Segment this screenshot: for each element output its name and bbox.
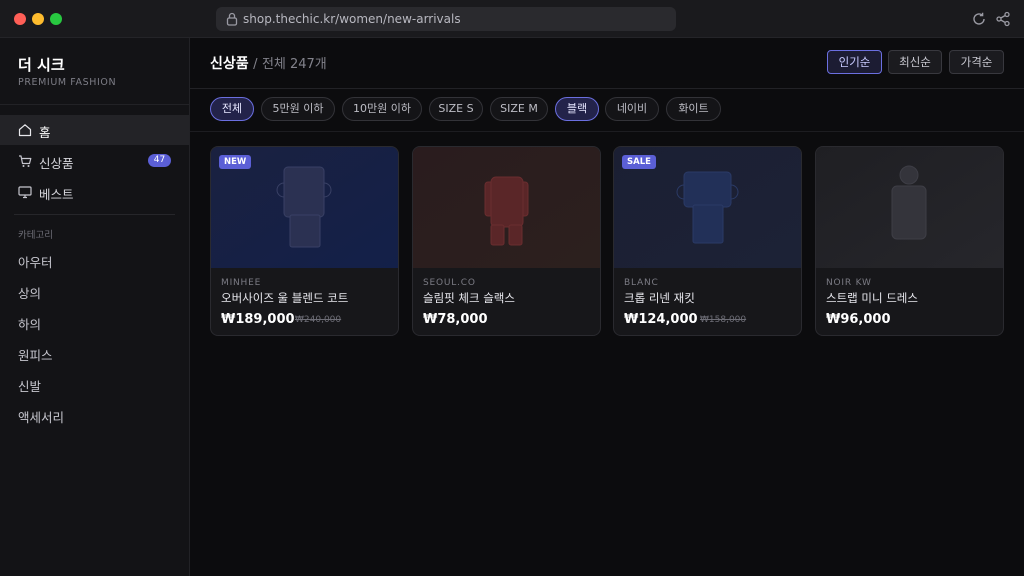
filter-chip-under-50k[interactable]: 5만원 이하 [261,97,335,121]
filter-chip-navy[interactable]: 네이비 [605,97,659,121]
section-label-category: 카테고리 [18,230,53,241]
brand-logo[interactable]: 더 시크 [18,54,65,75]
filter-chip-size-s[interactable]: SIZE S [429,97,483,121]
product-name[interactable]: 슬림핏 체크 슬랙스 [423,290,515,306]
filter-chip-black[interactable]: 블랙 [555,97,599,121]
header-divider [190,88,1024,89]
product-name[interactable]: 크롭 리넨 재킷 [624,290,695,306]
sale-badge: SALE [622,155,656,169]
reload-icon[interactable] [971,11,987,27]
category-dresses[interactable]: 원피스 [18,345,53,364]
filter-chip-white[interactable]: 화이트 [666,97,721,121]
product-price: ₩96,000 [826,312,891,327]
close-window-button[interactable] [14,13,26,25]
category-tops[interactable]: 상의 [18,283,41,302]
product-brand: BLANC [624,278,659,288]
product-image [816,147,1003,268]
browser-chrome: shop.thechic.kr/women/new-arrivals [0,0,1024,38]
share-icon[interactable] [995,11,1011,27]
filter-chip-all[interactable]: 전체 [210,97,254,121]
sidebar: 더 시크 PREMIUM FASHION 홈 신상품 47 베스트 카테고리 아… [0,38,190,576]
url-text: shop.thechic.kr/women/new-arrivals [243,12,461,26]
title-separator: / [253,57,258,72]
product-card[interactable]: NEW MINHEE 오버사이즈 울 블렌드 코트 ₩189,000 ₩240,… [210,146,399,336]
product-price: ₩78,000 [423,312,488,327]
category-outer[interactable]: 아우터 [18,252,53,271]
sidebar-item-home[interactable]: 홈 [0,115,189,145]
sidebar-divider [0,104,189,105]
brand-tagline: PREMIUM FASHION [18,77,117,88]
count-badge: 47 [148,154,171,167]
filter-chip-under-100k[interactable]: 10만원 이하 [342,97,422,121]
page-title-text: 신상품 [210,56,249,72]
new-badge: NEW [219,155,252,169]
product-name[interactable]: 오버사이즈 울 블렌드 코트 [221,290,348,306]
cart-icon [19,155,32,167]
product-image [413,147,600,268]
category-accessories[interactable]: 액세서리 [18,407,64,426]
item-count: 전체 247개 [261,57,327,72]
sidebar-item-new-arrivals[interactable]: 신상품 47 [0,146,189,176]
product-card[interactable]: SEOUL.CO 슬림핏 체크 슬랙스 ₩78,000 [412,146,601,336]
product-original-price: ₩158,000 [700,315,747,325]
sidebar-item-best[interactable]: 베스트 [0,177,189,207]
sidebar-item-label: 홈 [39,125,51,140]
product-brand: MINHEE [221,278,262,288]
product-price: ₩124,000 [624,312,698,327]
sidebar-item-label: 베스트 [39,187,74,202]
product-card[interactable]: NOIR KW 스트랩 미니 드레스 ₩96,000 [815,146,1004,336]
minimize-window-button[interactable] [32,13,44,25]
product-brand: SEOUL.CO [423,278,476,288]
category-shoes[interactable]: 신발 [18,376,41,395]
lock-icon [226,12,238,26]
maximize-window-button[interactable] [50,13,62,25]
product-brand: NOIR KW [826,278,872,288]
sort-popular-button[interactable]: 인기순 [827,50,882,74]
address-bar[interactable]: shop.thechic.kr/women/new-arrivals [216,7,676,31]
filter-divider [190,131,1024,132]
page-title: 신상품 / 전체 247개 [210,53,327,73]
sort-newest-button[interactable]: 최신순 [888,50,942,74]
product-price: ₩189,000 [221,312,295,327]
sort-price-button[interactable]: 가격순 [949,50,1004,74]
product-card[interactable]: SALE BLANC 크롭 리넨 재킷 ₩124,000 ₩158,000 [613,146,802,336]
product-original-price: ₩240,000 [295,315,342,325]
monitor-icon [18,186,32,199]
product-name[interactable]: 스트랩 미니 드레스 [826,290,918,306]
sidebar-item-label: 신상품 [39,156,74,171]
category-bottoms[interactable]: 하의 [18,314,41,333]
home-icon [18,124,32,137]
sidebar-divider [14,214,175,215]
filter-chip-size-m[interactable]: SIZE M [490,97,548,121]
